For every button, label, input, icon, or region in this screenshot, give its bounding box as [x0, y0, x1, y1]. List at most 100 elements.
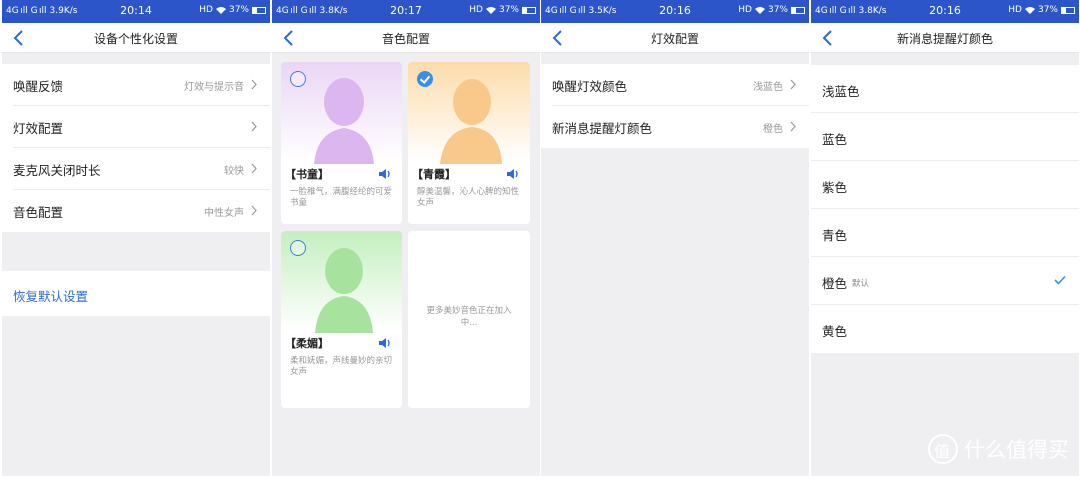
status-right: HD 37%: [738, 5, 805, 15]
hd-indicator: HD: [1008, 5, 1022, 15]
voice-description: 醇美温馨，沁人心脾的知性女声: [417, 187, 520, 208]
color-option-purple[interactable]: 紫色: [811, 161, 1079, 209]
speaker-icon[interactable]: [378, 168, 392, 180]
title-bar: 音色配置: [272, 23, 540, 53]
color-label: 蓝色: [822, 132, 848, 147]
battery-icon: [1061, 6, 1075, 14]
color-label: 青色: [822, 228, 848, 243]
color-option-cyan[interactable]: 青色: [811, 209, 1079, 257]
screen-light-config: 4G ıll G ıll 3.5K/s 20:16 HD 37% 灯效配置 唤醒灯…: [541, 0, 809, 476]
select-radio[interactable]: [290, 240, 306, 256]
color-option-yellow[interactable]: 黄色: [811, 305, 1079, 353]
settings-row-message-light-color[interactable]: 新消息提醒灯颜色 橙色: [552, 106, 809, 148]
row-label: 音色配置: [13, 205, 64, 220]
voice-name: 【柔媚】: [285, 337, 329, 350]
color-option-orange[interactable]: 橙色 默认: [811, 257, 1079, 305]
row-value: 浅蓝色: [753, 82, 783, 93]
chevron-right-icon: [251, 205, 257, 216]
status-bar: 4G ıll G ıll 3.9K/s 20:14 HD 37%: [2, 0, 270, 23]
checkmark-icon: [1054, 275, 1066, 285]
battery-percent: 37%: [767, 5, 788, 15]
settings-row-mic-off-duration[interactable]: 麦克风关闭时长 较快: [13, 148, 270, 190]
settings-row-voice-config[interactable]: 音色配置 中性女声: [13, 190, 270, 232]
wifi-icon: [754, 7, 765, 14]
status-bar: 4G ıll G ıll 3.5K/s 20:16 HD 37%: [541, 0, 809, 23]
reset-label: 恢复默认设置: [13, 289, 89, 304]
status-right: HD 37%: [1008, 5, 1075, 15]
row-label: 唤醒灯效颜色: [552, 79, 628, 94]
hd-indicator: HD: [738, 5, 752, 15]
speaker-icon[interactable]: [506, 168, 520, 180]
voice-card-more: 更多美妙音色正在加入中...: [408, 231, 530, 408]
page-title: 音色配置: [381, 32, 430, 46]
color-label: 橙色: [822, 276, 848, 291]
voice-description: 一脸稚气，满腹经纶的可爱书童: [290, 187, 393, 208]
wifi-icon: [485, 7, 496, 14]
battery-icon: [252, 6, 266, 14]
voice-name: 【青霞】: [412, 168, 456, 181]
row-value: 较快: [224, 166, 244, 177]
status-right: HD 37%: [469, 5, 536, 15]
settings-row-wake-feedback[interactable]: 唤醒反馈 灯效与提示音: [13, 64, 270, 106]
chevron-right-icon: [251, 121, 257, 132]
voice-name: 【书童】: [285, 168, 329, 181]
status-bar: 4G ıll G ıll 3.8K/s 20:17 HD 37%: [272, 0, 540, 23]
chevron-right-icon: [251, 163, 257, 174]
watermark: 什么值得买: [928, 434, 1069, 464]
light-config-list: 唤醒灯效颜色 浅蓝色 新消息提醒灯颜色 橙色: [541, 64, 809, 148]
status-right: HD 37%: [199, 5, 266, 15]
screen-message-light-color: 4G ıll G ıll 3.8K/s 20:16 HD 37% 新消息提醒灯颜色…: [811, 0, 1079, 476]
watermark-text: 什么值得买: [964, 438, 1069, 462]
row-label: 灯效配置: [13, 121, 64, 136]
wifi-icon: [215, 7, 226, 14]
color-label: 浅蓝色: [822, 84, 860, 99]
row-label: 麦克风关闭时长: [13, 163, 101, 178]
status-bar: 4G ıll G ıll 3.8K/s 20:16 HD 37%: [811, 0, 1079, 23]
row-value: 橙色: [763, 124, 783, 135]
color-label: 紫色: [822, 180, 848, 195]
color-option-light-blue[interactable]: 浅蓝色: [811, 65, 1079, 113]
speaker-icon[interactable]: [378, 337, 392, 349]
character-silhouette-icon: [440, 79, 502, 164]
voice-card-shutong[interactable]: 【书童】 一脸稚气，满腹经纶的可爱书童: [281, 62, 402, 224]
screen-voice-config: 4G ıll G ıll 3.8K/s 20:17 HD 37% 音色配置 【书童…: [272, 0, 540, 476]
row-value: 中性女声: [204, 208, 244, 219]
battery-percent: 37%: [1037, 5, 1058, 15]
title-bar: 设备个性化设置: [2, 23, 270, 53]
character-silhouette-icon: [314, 78, 374, 164]
battery-percent: 37%: [498, 5, 519, 15]
settings-list: 唤醒反馈 灯效与提示音 灯效配置 麦克风关闭时长 较快 音色配置 中性女声: [2, 64, 270, 232]
hd-indicator: HD: [469, 5, 483, 15]
select-radio-checked[interactable]: [417, 71, 433, 87]
default-tag: 默认: [852, 279, 870, 289]
settings-row-light-config[interactable]: 灯效配置: [13, 106, 270, 148]
reset-defaults-button[interactable]: 恢复默认设置: [2, 271, 270, 316]
page-title: 设备个性化设置: [93, 32, 178, 46]
page-title: 新消息提醒灯颜色: [896, 32, 993, 46]
voice-card-qingxia[interactable]: 【青霞】 醇美温馨，沁人心脾的知性女声: [408, 62, 530, 224]
color-label: 黄色: [822, 324, 848, 339]
more-voices-text: 更多美妙音色正在加入中...: [426, 306, 512, 328]
watermark-logo-icon: [928, 434, 958, 464]
color-option-blue[interactable]: 蓝色: [811, 113, 1079, 161]
title-bar: 新消息提醒灯颜色: [811, 23, 1079, 53]
hd-indicator: HD: [199, 5, 213, 15]
row-value: 灯效与提示音: [184, 82, 244, 93]
select-radio[interactable]: [290, 71, 306, 87]
color-options-list: 浅蓝色 蓝色 紫色 青色 橙色 默认 黄色: [811, 65, 1079, 353]
voice-description: 柔和妩媚，声线曼妙的亲切女声: [290, 356, 393, 377]
chevron-right-icon: [790, 121, 796, 132]
title-bar: 灯效配置: [541, 23, 809, 53]
battery-icon: [791, 6, 805, 14]
chevron-right-icon: [251, 79, 257, 90]
battery-icon: [522, 6, 536, 14]
settings-row-wake-light-color[interactable]: 唤醒灯效颜色 浅蓝色: [552, 64, 809, 106]
row-label: 新消息提醒灯颜色: [552, 121, 653, 136]
chevron-right-icon: [790, 79, 796, 90]
character-silhouette-icon: [315, 248, 373, 333]
wifi-icon: [1024, 7, 1035, 14]
voice-card-roumei[interactable]: 【柔媚】 柔和妩媚，声线曼妙的亲切女声: [281, 231, 402, 408]
page-title: 灯效配置: [650, 32, 699, 46]
battery-percent: 37%: [228, 5, 249, 15]
screen-device-settings: 4G ıll G ıll 3.9K/s 20:14 HD 37% 设备个性化设置 …: [2, 0, 270, 476]
